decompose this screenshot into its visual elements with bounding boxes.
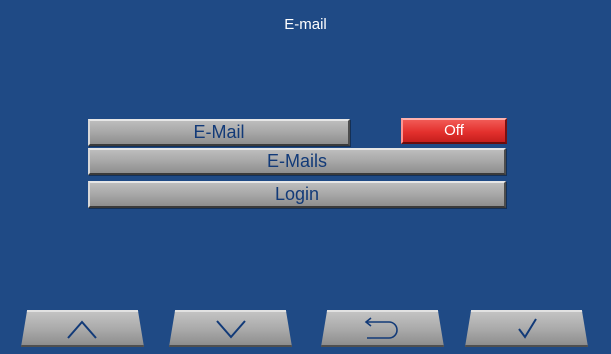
email-toggle-button[interactable]: Off [401, 118, 507, 144]
scroll-up-button[interactable] [21, 310, 144, 347]
page-title: E-mail [284, 16, 327, 33]
back-button[interactable] [321, 310, 444, 347]
chevron-up-icon [67, 320, 97, 339]
scroll-down-button[interactable] [169, 310, 292, 347]
checkmark-icon [518, 318, 537, 339]
email-setting-label: E-Mail [193, 122, 245, 142]
emails-label: E-Mails [266, 151, 327, 171]
emails-button[interactable]: E-Mails [88, 148, 506, 175]
email-setting-button[interactable]: E-Mail [88, 119, 350, 146]
confirm-button[interactable] [465, 310, 588, 347]
return-arrow-icon [364, 317, 398, 339]
login-button[interactable]: Login [88, 181, 506, 208]
chevron-down-icon [216, 320, 246, 339]
login-label: Login [274, 184, 320, 204]
email-settings-screen: E-mail E-Mail Off E-Mails Login [0, 0, 611, 354]
